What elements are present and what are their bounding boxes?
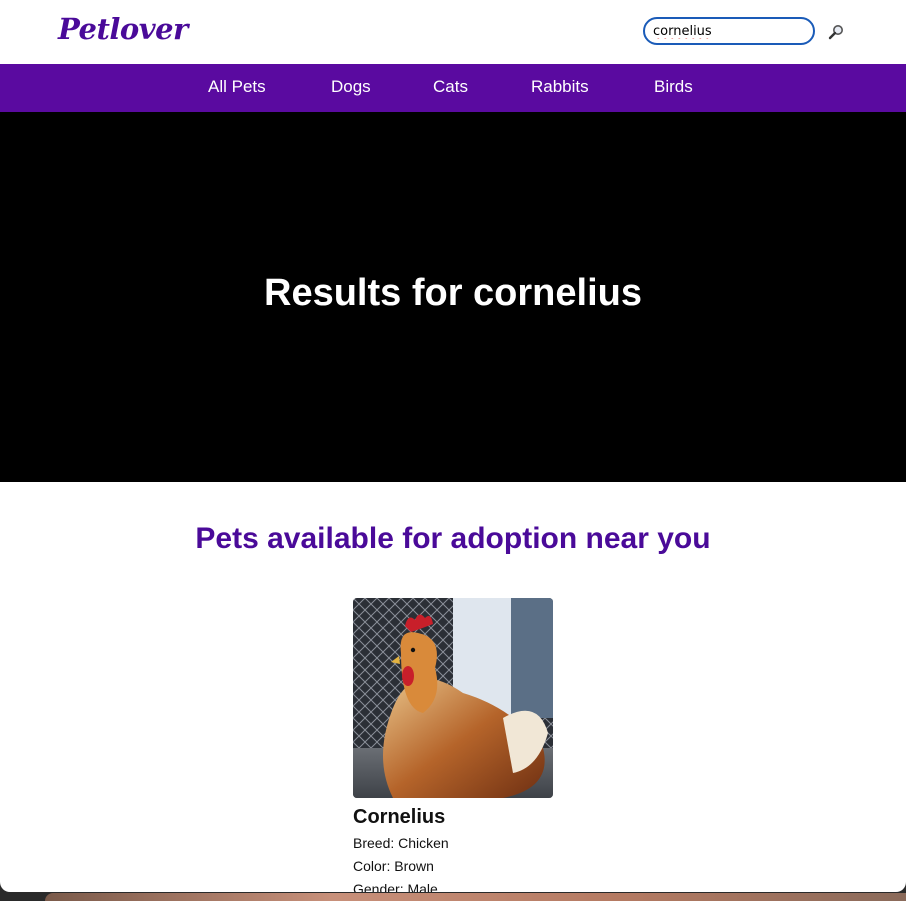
nav-item-dogs[interactable]: Dogs — [331, 77, 371, 97]
results-heading: Pets available for adoption near you — [195, 522, 711, 555]
page-title: Results for cornelius — [264, 272, 642, 314]
nav-item-birds[interactable]: Birds — [654, 77, 693, 97]
nav-item-all-pets[interactable]: All Pets — [208, 77, 266, 97]
main-nav: All Pets Dogs Cats Rabbits Birds — [0, 64, 906, 112]
hero-banner: Results for cornelius — [0, 112, 906, 482]
pet-card[interactable]: Cornelius Breed: Chicken Color: Brown Ge… — [353, 598, 553, 892]
dock-strip — [45, 893, 906, 901]
browser-page: Petlover All Pets Dogs Cats Rabbits Bird… — [0, 0, 906, 892]
search-input[interactable] — [643, 17, 815, 45]
pet-name[interactable]: Cornelius — [353, 806, 553, 829]
pet-gender: Gender: Male — [353, 881, 438, 892]
pet-breed: Breed: Chicken — [353, 835, 449, 851]
nav-item-cats[interactable]: Cats — [433, 77, 468, 97]
site-logo[interactable]: Petlover — [58, 12, 188, 46]
pet-photo[interactable] — [353, 598, 553, 798]
search-button[interactable] — [826, 22, 846, 42]
magnifier-icon — [828, 25, 843, 40]
pet-color: Color: Brown — [353, 858, 434, 874]
site-header: Petlover — [0, 0, 906, 64]
nav-item-rabbits[interactable]: Rabbits — [531, 77, 589, 97]
